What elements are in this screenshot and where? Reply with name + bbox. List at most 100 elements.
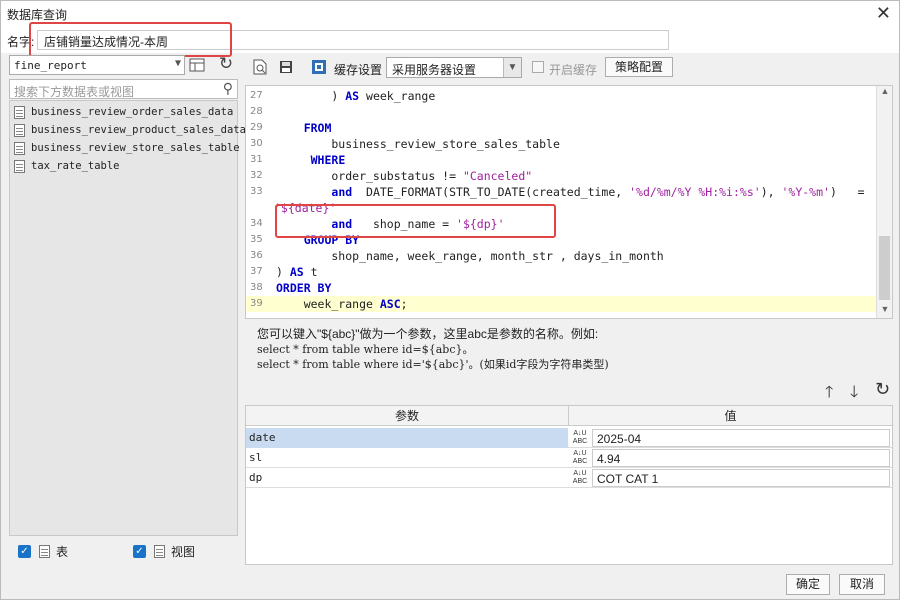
param-value-input[interactable]: 2025-04: [592, 429, 890, 447]
sql-line: 36 shop_name, week_range, month_str , da…: [246, 248, 876, 264]
ok-button[interactable]: 确定: [786, 574, 830, 595]
string-type-icon[interactable]: A↓U ABC: [569, 468, 591, 488]
save-icon[interactable]: [275, 57, 297, 77]
param-row[interactable]: date A↓U ABC 2025-04: [246, 428, 892, 448]
strategy-config-button[interactable]: 策略配置: [605, 57, 673, 77]
table-icon: [14, 159, 25, 173]
refresh-icon[interactable]: ↻: [215, 54, 237, 74]
table-icon: [39, 545, 50, 558]
line-number: 29: [250, 122, 263, 133]
line-number: 39: [250, 298, 263, 309]
table-icon: [14, 123, 25, 137]
param-name: dp: [249, 471, 263, 484]
param-value-header: 值: [569, 406, 892, 426]
table-list: business_review_order_sales_data busines…: [9, 100, 246, 536]
table-search-input[interactable]: 搜索下方数据表或视图 ⚲: [9, 79, 238, 99]
query-panel: 缓存设置 采用服务器设置 ▼ 开启缓存 策略配置 27 ) AS week_ra…: [245, 53, 893, 569]
line-number: 34: [250, 218, 263, 229]
sql-line-code: GROUP BY: [303, 233, 360, 247]
line-number: 32: [250, 170, 263, 181]
enable-cache-checkbox[interactable]: [532, 61, 544, 73]
search-icon[interactable]: ⚲: [223, 80, 233, 97]
sql-line: 30 business_review_store_sales_table: [246, 136, 876, 152]
param-name: date: [246, 428, 568, 448]
string-type-icon[interactable]: A↓U ABC: [569, 428, 591, 448]
refresh-params-icon[interactable]: ↻: [875, 379, 890, 400]
line-number: 28: [250, 106, 263, 117]
sql-line-code: week_range ASC;: [276, 297, 408, 311]
checkbox-checked-icon[interactable]: ✓: [133, 545, 146, 558]
hint-line-3: select * from table where id='${abc}'。(如…: [257, 358, 609, 371]
cache-mode-select[interactable]: 采用服务器设置 ▼: [386, 57, 522, 78]
chevron-down-icon: ▼: [503, 58, 521, 77]
param-name: sl: [249, 451, 263, 464]
line-number: 27: [250, 90, 263, 101]
cancel-button[interactable]: 取消: [839, 574, 885, 595]
hint-line-1: 您可以键入"${abc}"做为一个参数，这里abc是参数的名称。例如:: [257, 327, 599, 341]
preview-icon[interactable]: [249, 57, 271, 77]
scrollbar-thumb[interactable]: [879, 236, 890, 300]
line-number: 30: [250, 138, 263, 149]
line-number: 33: [250, 186, 263, 197]
datasource-value: fine_report: [14, 59, 87, 72]
param-row[interactable]: dp A↓U ABC COT CAT 1: [246, 468, 892, 488]
title-bar: 数据库查询 ✕: [1, 1, 899, 27]
view-icon: [154, 545, 165, 558]
sql-line: 38 ORDER BY: [246, 280, 876, 296]
search-placeholder: 搜索下方数据表或视图: [14, 85, 135, 99]
table-name: business_review_order_sales_data: [31, 106, 234, 118]
param-value-input[interactable]: 4.94: [592, 449, 890, 467]
close-icon[interactable]: ✕: [876, 3, 891, 23]
sql-line-code: ) AS t: [276, 265, 318, 279]
table-name: business_review_store_sales_table: [31, 142, 240, 154]
show-views-label: 视图: [171, 545, 196, 559]
sql-line: 29 FROM: [246, 120, 876, 136]
chevron-down-icon: ▼: [174, 58, 181, 69]
table-item[interactable]: business_review_product_sales_data: [14, 121, 246, 139]
sql-line: 37) AS t: [246, 264, 876, 280]
sql-line: '${date}': [246, 200, 876, 216]
table-icon: [14, 141, 25, 155]
line-number: 38: [250, 282, 263, 293]
preview-table-icon[interactable]: [186, 55, 208, 75]
table-item[interactable]: tax_rate_table: [14, 157, 120, 175]
datasource-select[interactable]: fine_report ▼: [9, 55, 185, 75]
name-input[interactable]: 店铺销量达成情况-本周: [37, 30, 669, 50]
sql-editor[interactable]: 27 ) AS week_range 28 29 FROM 30 business_r…: [245, 85, 893, 319]
sql-line-code: ) AS week_range: [276, 89, 436, 103]
string-type-icon[interactable]: A↓U ABC: [569, 448, 591, 468]
sql-line-code: shop_name, week_range, month_str , days_…: [276, 249, 664, 263]
param-row[interactable]: sl A↓U ABC 4.94: [246, 448, 892, 468]
enable-cache-label: 开启缓存: [549, 63, 598, 77]
cache-settings-icon[interactable]: [308, 57, 330, 77]
table-item[interactable]: business_review_order_sales_data: [14, 103, 233, 121]
move-up-icon[interactable]: 🡑: [825, 381, 833, 408]
param-name-header: 参数: [246, 406, 569, 426]
line-number: 35: [250, 234, 263, 245]
move-down-icon[interactable]: 🡓: [850, 381, 858, 408]
sql-line-code: FROM: [303, 121, 332, 135]
sql-line-code: order_substatus != "Canceled": [276, 169, 533, 183]
sql-line-code: and shop_name = '${dp}': [331, 217, 505, 231]
scroll-up-icon[interactable]: ▲: [877, 86, 892, 100]
database-query-dialog: 数据库查询 ✕ 名字: 店铺销量达成情况-本周 fine_report ▼ ↻ …: [0, 0, 900, 600]
cache-settings-label: 缓存设置: [334, 63, 383, 77]
show-tables-label: 表: [56, 545, 69, 559]
show-views-toggle[interactable]: ✓ 视图: [133, 543, 195, 560]
datasource-panel: fine_report ▼ ↻ 搜索下方数据表或视图 ⚲ business_re…: [8, 53, 246, 569]
table-name: business_review_product_sales_data: [31, 124, 246, 136]
table-name: tax_rate_table: [31, 160, 120, 172]
sql-line: 39 week_range ASC;: [246, 296, 876, 312]
sql-line-code: WHERE: [310, 153, 346, 167]
param-value-input[interactable]: COT CAT 1: [592, 469, 890, 487]
checkbox-checked-icon[interactable]: ✓: [18, 545, 31, 558]
sql-line-code: business_review_store_sales_table: [276, 137, 560, 151]
sql-line: 28: [246, 104, 876, 120]
parameter-hint: 您可以键入"${abc}"做为一个参数，这里abc是参数的名称。例如: sele…: [257, 327, 609, 372]
name-row: 名字: 店铺销量达成情况-本周: [1, 27, 899, 53]
scroll-down-icon[interactable]: ▼: [877, 304, 892, 318]
sql-line-code: and DATE_FORMAT(STR_TO_DATE(created_time…: [331, 185, 865, 199]
editor-scrollbar[interactable]: ▲ ▼: [876, 86, 892, 318]
show-tables-toggle[interactable]: ✓ 表: [18, 543, 68, 560]
table-item[interactable]: business_review_store_sales_table: [14, 139, 240, 157]
